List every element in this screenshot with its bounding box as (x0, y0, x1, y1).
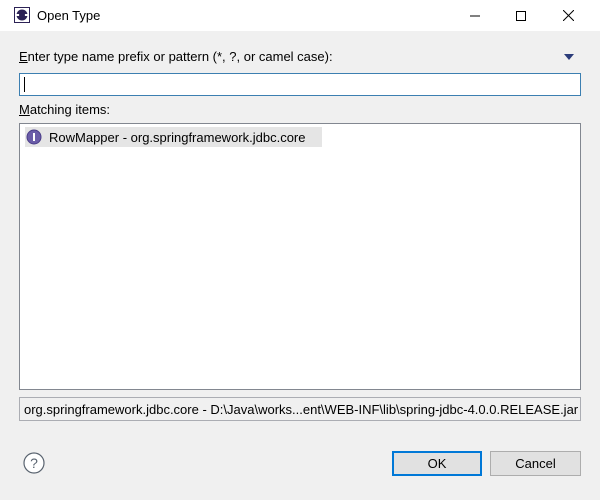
minimize-icon (470, 15, 480, 16)
matching-label-mnemonic: M (19, 102, 30, 117)
window-title: Open Type (37, 8, 101, 23)
open-type-dialog: Open Type Enter type name prefix or patt… (0, 0, 600, 500)
text-caret (24, 77, 25, 92)
list-item-label: RowMapper - org.springframework.jdbc.cor… (49, 129, 306, 145)
list-item[interactable]: RowMapper - org.springframework.jdbc.cor… (25, 127, 322, 147)
close-icon (562, 10, 574, 21)
pattern-label-text: nter type name prefix or pattern (*, ?, … (27, 49, 333, 64)
matching-items-label: Matching items: (19, 102, 110, 117)
help-icon[interactable]: ? (23, 452, 45, 474)
selection-details-bar: org.springframework.jdbc.core - D:\Java\… (19, 397, 581, 421)
view-menu-chevron-down-icon[interactable] (563, 53, 575, 61)
interface-icon (26, 129, 42, 145)
ok-button[interactable]: OK (392, 451, 482, 476)
maximize-icon (516, 10, 526, 21)
title-bar[interactable]: Open Type (0, 0, 600, 31)
cancel-button[interactable]: Cancel (490, 451, 581, 476)
minimize-button[interactable] (452, 0, 498, 31)
svg-text:?: ? (30, 455, 38, 471)
matching-items-list[interactable]: RowMapper - org.springframework.jdbc.cor… (19, 123, 581, 390)
eclipse-icon (14, 7, 30, 23)
close-button[interactable] (545, 0, 591, 31)
type-search-input[interactable] (19, 73, 581, 96)
maximize-button[interactable] (498, 0, 544, 31)
matching-label-text: atching items: (29, 102, 111, 117)
pattern-label-mnemonic: E (19, 49, 28, 64)
pattern-label: Enter type name prefix or pattern (*, ?,… (19, 49, 333, 64)
